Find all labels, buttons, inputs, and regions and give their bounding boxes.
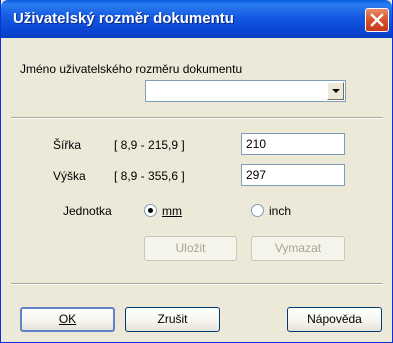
name-combobox[interactable] <box>145 80 346 102</box>
radio-mm[interactable] <box>144 204 157 217</box>
delete-button[interactable]: Vymazat <box>251 236 345 261</box>
separator-bottom <box>11 283 383 285</box>
width-label: Šířka <box>53 138 82 152</box>
height-label: Výška <box>53 169 86 183</box>
radio-mm-dot <box>148 208 153 213</box>
unit-label: Jednotka <box>63 204 112 218</box>
name-label: Jméno uživatelského rozměru dokumentu <box>20 62 243 76</box>
close-icon <box>370 13 384 27</box>
radio-mm-label[interactable]: mm <box>162 204 182 218</box>
ok-button-label: OK <box>58 312 77 326</box>
save-button[interactable]: Uložit <box>144 236 237 261</box>
dialog-window: Uživatelský rozměr dokumentu Jméno uživa… <box>0 0 393 343</box>
close-button[interactable] <box>365 8 389 32</box>
width-input[interactable]: 210 <box>241 133 345 155</box>
title-bar[interactable]: Uživatelský rozměr dokumentu <box>1 0 392 38</box>
radio-inch-label[interactable]: inch <box>269 204 291 218</box>
width-range: [ 8,9 - 215,9 ] <box>114 138 185 152</box>
combo-dropdown-button[interactable] <box>327 82 344 100</box>
help-button[interactable]: Nápověda <box>287 307 382 332</box>
height-input[interactable]: 297 <box>241 164 345 186</box>
radio-inch[interactable] <box>251 204 264 217</box>
chevron-down-icon <box>332 89 340 93</box>
dialog-title: Uživatelský rozměr dokumentu <box>13 10 234 27</box>
height-range: [ 8,9 - 355,6 ] <box>114 169 185 183</box>
separator-top <box>11 117 383 119</box>
cancel-button[interactable]: Zrušit <box>125 307 220 332</box>
ok-button[interactable]: OK <box>20 307 115 332</box>
